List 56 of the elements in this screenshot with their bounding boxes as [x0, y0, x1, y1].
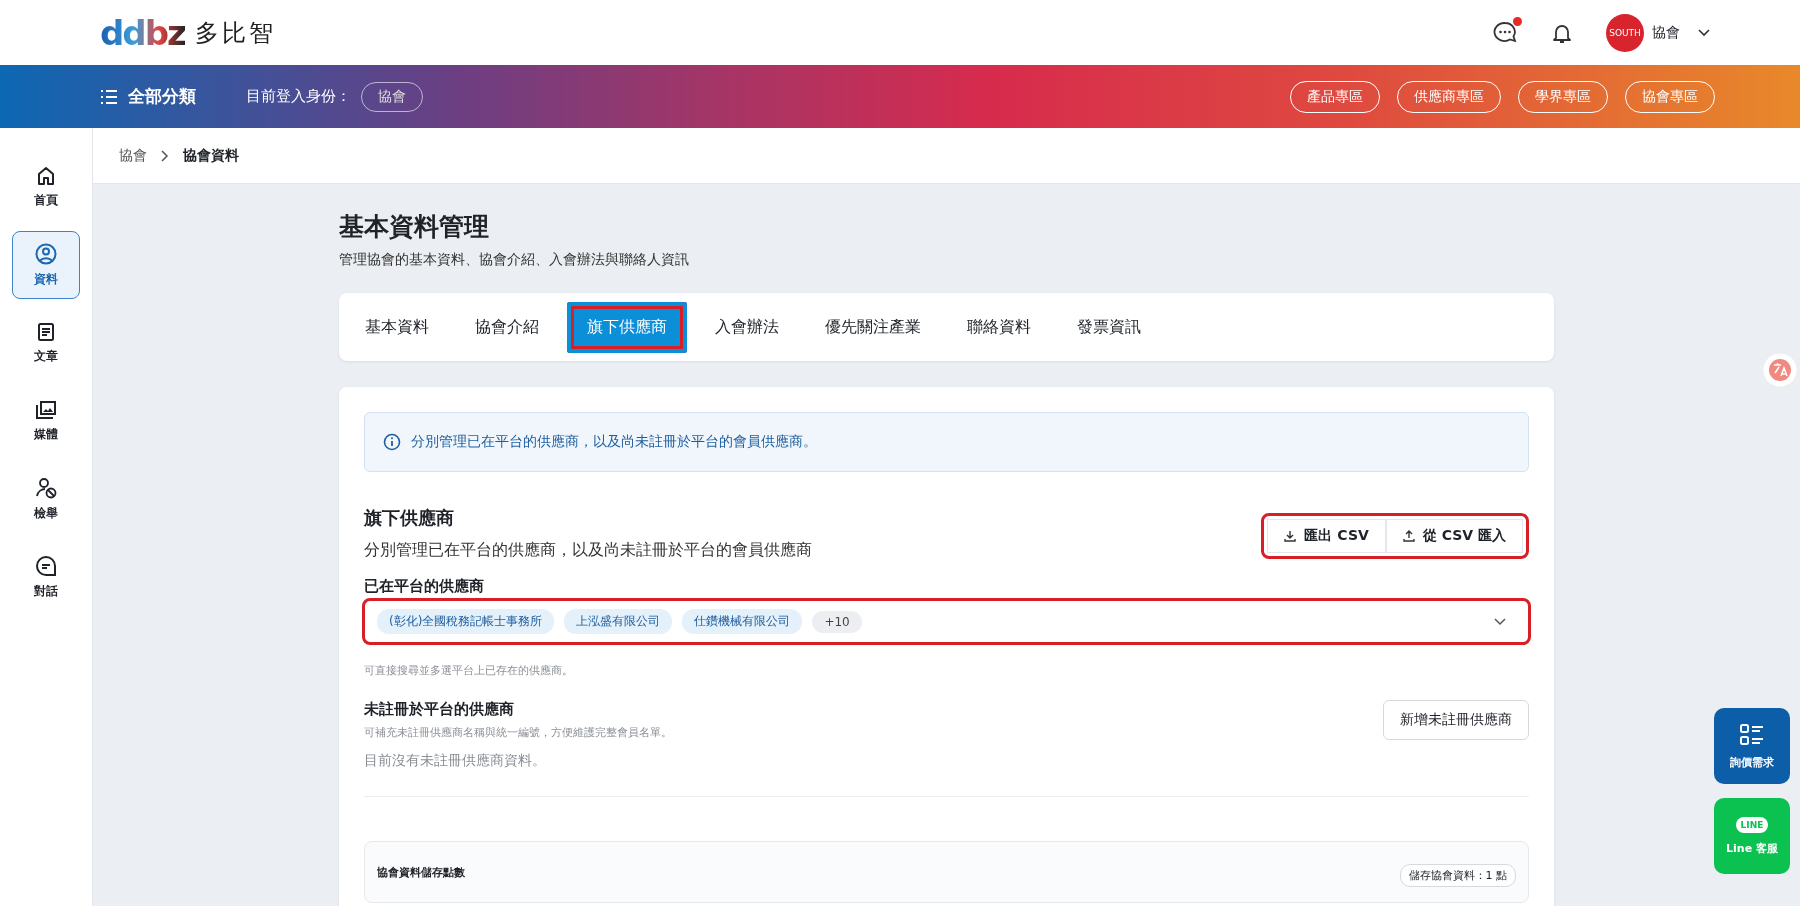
download-icon [1284, 529, 1297, 542]
brand-name: 多比智 [194, 17, 276, 49]
sidebar-item[interactable]: 文章 [12, 309, 80, 377]
chat-bubble-icon [35, 554, 57, 577]
export-button[interactable]: 匯出 CSV [1267, 518, 1386, 553]
field-hint: 可直接搜尋並多選平台上已存在的供應商。 [364, 663, 574, 678]
sidebar-item[interactable]: 對話 [12, 543, 80, 611]
user-name[interactable]: 協會 [1652, 23, 1680, 42]
breadcrumb-link[interactable]: 協會 [119, 146, 147, 165]
page-subtitle: 管理協會的基本資料、協會介紹、入會辦法與聯絡人資訊 [339, 251, 690, 269]
sidebar-item[interactable]: 媒體 [12, 387, 80, 455]
sidebar-item[interactable]: 資料 [12, 231, 80, 299]
breadcrumb-current: 協會資料 [183, 146, 239, 165]
supplier-tag: 上泓盛有限公司 [564, 609, 673, 634]
empty-message: 目前沒有未註冊供應商資料。 [364, 752, 547, 770]
supplier-tag: 仕鑽機械有限公司 [682, 609, 803, 634]
chevron-right-icon [161, 149, 169, 162]
image-stack-icon [35, 399, 57, 420]
avatar[interactable]: SOUTH [1606, 13, 1644, 52]
sidebar-item[interactable]: 首頁 [12, 153, 80, 221]
tab[interactable]: 入會辦法 [697, 301, 797, 353]
upload-icon [1402, 529, 1415, 542]
page-title: 基本資料管理 [339, 211, 490, 243]
info-text: 分別管理已在平台的供應商，以及尚未註冊於平台的會員供應商。 [411, 433, 817, 451]
add-supplier-button[interactable]: 新增未註冊供應商 [1383, 700, 1529, 740]
chevron-down-icon[interactable] [1494, 617, 1506, 626]
menu-icon[interactable] [100, 88, 118, 105]
field-label: 已在平台的供應商 [364, 577, 485, 596]
subsection-description: 可補充未註冊供應商名稱與統一編號，方便維護完整會員名單。 [364, 725, 672, 740]
subsection-title: 未註冊於平台的供應商 [364, 700, 515, 719]
user-blocked-icon [35, 476, 57, 499]
supplier-select[interactable]: (彰化)全國稅務記帳士事務所 上泓盛有限公司 仕鑽機械有限公司 +10 [362, 598, 1531, 645]
import-button[interactable]: 從 CSV 匯入 [1385, 518, 1523, 553]
floating-button[interactable]: 詢價需求 [1714, 708, 1790, 784]
identity-label: 目前登入身份： [246, 87, 351, 106]
tab[interactable]: 聯絡資料 [949, 301, 1049, 353]
sidebar-item[interactable]: 檢舉 [12, 465, 80, 533]
tab[interactable]: 旗下供應商 [567, 301, 687, 353]
tab[interactable]: 優先關注產業 [807, 301, 939, 353]
section-title: 旗下供應商 [364, 506, 455, 530]
storage-badge: 儲存協會資料：1 點 [1399, 864, 1516, 887]
more-count: +10 [812, 610, 862, 633]
tab[interactable]: 協會介紹 [457, 301, 557, 353]
info-icon [383, 433, 401, 451]
supplier-tag: (彰化)全國稅務記帳士事務所 [377, 609, 555, 634]
storage-title: 協會資料儲存點數 [377, 864, 465, 880]
tab[interactable]: 發票資訊 [1059, 301, 1159, 353]
home-icon [36, 165, 56, 186]
user-circle-icon [35, 242, 57, 265]
menu-label[interactable]: 全部分類 [128, 85, 196, 108]
section-description: 分別管理已在平台的供應商，以及尚未註冊於平台的會員供應商 [364, 540, 812, 561]
line-badge: LINE [1735, 816, 1769, 833]
chevron-down-icon[interactable] [1698, 28, 1710, 37]
document-icon [36, 321, 56, 342]
list-icon [1739, 722, 1765, 747]
tab[interactable]: 基本資料 [347, 301, 447, 353]
